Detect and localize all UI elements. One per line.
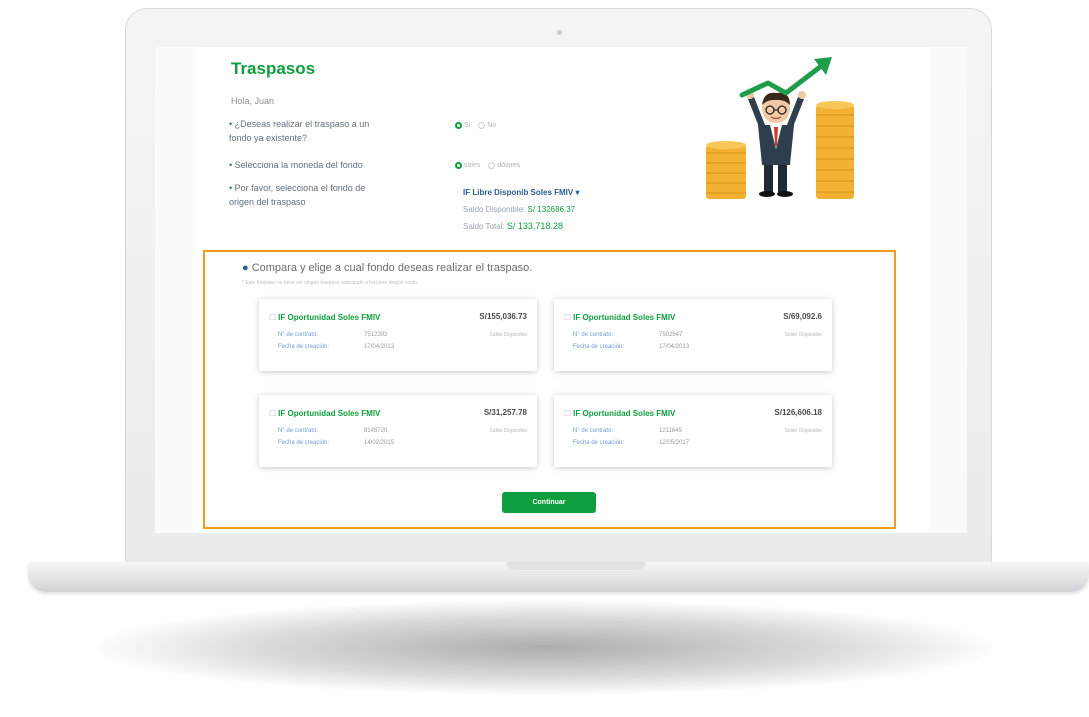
fund-card-amount-label: Saldo Disponible bbox=[489, 332, 527, 338]
continue-button[interactable]: Continuar bbox=[502, 492, 596, 513]
available-balance-value: S/ 132686.37 bbox=[527, 205, 576, 214]
option-si-label: Si bbox=[464, 122, 471, 129]
origin-fund-dropdown[interactable]: IF Libre Disponib Soles FMIV ▾ bbox=[463, 188, 579, 197]
question-origin-fund-line2: origen del traspaso bbox=[229, 197, 306, 207]
total-balance-value: S/ 133,718.28 bbox=[506, 221, 563, 231]
total-balance: Saldo Total: S/ 133,718.28 bbox=[463, 221, 563, 231]
available-balance-label: Saldo Disponible: bbox=[463, 205, 526, 214]
fund-card-name-text: IF Oportunidad Soles FMIV bbox=[278, 313, 381, 322]
page-title: Traspasos bbox=[231, 59, 316, 78]
option-dolares[interactable]: dólares bbox=[488, 162, 520, 169]
fund-card[interactable]: ☐ IF Oportunidad Soles FMIV S/155,036.73 … bbox=[259, 299, 537, 371]
option-soles-label: soles bbox=[464, 162, 481, 169]
laptop-notch bbox=[506, 562, 646, 570]
fund-card-contract-value: 7512393 bbox=[364, 332, 388, 338]
fund-card[interactable]: ☐ IF Oportunidad Soles FMIV S/126,606.18 … bbox=[554, 395, 832, 467]
origin-fund-name: IF Libre Disponib Soles FMIV bbox=[463, 188, 574, 197]
radio-selected-icon[interactable] bbox=[455, 162, 462, 169]
compare-funds-section: ● Compara y elige a cual fondo deseas re… bbox=[203, 250, 896, 529]
fund-card-date-label: Fecha de creación: bbox=[278, 440, 330, 446]
compare-title-text: Compara y elige a cual fondo deseas real… bbox=[251, 262, 533, 274]
fund-card-contract-value: 8145720 bbox=[364, 428, 388, 434]
bullet-icon: ● bbox=[242, 262, 252, 274]
fund-card-date-label: Fecha de creación: bbox=[278, 344, 330, 350]
option-dolares-label: dólares bbox=[497, 162, 521, 169]
businessman-icon bbox=[746, 91, 806, 197]
fund-card-name: ☐ IF Oportunidad Soles FMIV bbox=[564, 409, 675, 418]
fund-card-amount-label: Saldo Disponible bbox=[784, 332, 822, 338]
radio-selected-icon[interactable] bbox=[455, 122, 462, 129]
option-no-label: No bbox=[487, 122, 497, 129]
fund-card-contract-label: N° de contrato: bbox=[573, 428, 614, 434]
fund-card-date-label: Fecha de creación: bbox=[573, 440, 625, 446]
total-balance-label: Saldo Total: bbox=[463, 222, 505, 231]
fund-card-name-text: IF Oportunidad Soles FMIV bbox=[573, 409, 676, 418]
question-origin-fund-line1: Por favor, selecciona el fondo de bbox=[234, 183, 366, 193]
option-soles[interactable]: soles bbox=[455, 162, 480, 169]
fund-checkbox-icon[interactable]: ☐ bbox=[269, 313, 276, 322]
webcam-icon bbox=[557, 30, 562, 35]
question-existing-fund-line1: ¿Deseas realizar el traspaso a un bbox=[234, 119, 370, 129]
fund-checkbox-icon[interactable]: ☐ bbox=[564, 409, 571, 418]
laptop-base bbox=[28, 562, 1089, 592]
fund-card-amount: S/155,036.73 bbox=[479, 312, 527, 321]
fund-card-amount: S/31,257.78 bbox=[483, 408, 527, 417]
fund-card-date-value: 14/02/2015 bbox=[364, 440, 395, 446]
fund-card-name: ☐ IF Oportunidad Soles FMIV bbox=[564, 313, 675, 322]
fund-card-contract-label: N° de contrato: bbox=[278, 332, 319, 338]
fund-card-name: ☐ IF Oportunidad Soles FMIV bbox=[269, 313, 380, 322]
fund-card-contract-label: N° de contrato: bbox=[278, 428, 319, 434]
fund-card-contract-value: 7502647 bbox=[659, 332, 683, 338]
existing-fund-options: Si No bbox=[455, 122, 500, 129]
fund-card-name-text: IF Oportunidad Soles FMIV bbox=[278, 409, 381, 418]
chevron-down-icon: ▾ bbox=[575, 188, 580, 197]
laptop-shadow bbox=[95, 600, 995, 695]
fund-card-amount-label: Saldo Disponible bbox=[784, 428, 822, 434]
currency-options: soles dólares bbox=[455, 162, 524, 169]
fund-card-name: ☐ IF Oportunidad Soles FMIV bbox=[269, 409, 380, 418]
radio-unselected-icon[interactable] bbox=[478, 122, 486, 129]
traspasos-page: Traspasos Hola, Juan • ¿Deseas realizar … bbox=[193, 47, 929, 533]
fund-card-contract-label: N° de contrato: bbox=[573, 332, 614, 338]
greeting: Hola, Juan bbox=[231, 96, 275, 106]
question-origin-fund: • Por favor, selecciona el fondo de orig… bbox=[229, 181, 409, 209]
fund-card-contract-value: 1211645 bbox=[659, 428, 682, 434]
fund-checkbox-icon[interactable]: ☐ bbox=[564, 313, 571, 322]
question-existing-fund: • ¿Deseas realizar el traspaso a un fond… bbox=[229, 117, 409, 145]
fund-card-date-value: 17/04/2013 bbox=[659, 344, 690, 350]
coin-stack-left-icon bbox=[706, 141, 746, 199]
compare-note: * Este traspaso se tiene sin ningún tras… bbox=[242, 280, 419, 286]
question-currency-line1: Selecciona la moneda del fondo bbox=[234, 160, 363, 170]
question-existing-fund-line2: fondo ya existente? bbox=[229, 133, 308, 143]
laptop-screen: Traspasos Hola, Juan • ¿Deseas realizar … bbox=[155, 47, 967, 533]
fund-card-date-value: 12/05/2017 bbox=[659, 440, 690, 446]
businessman-growth-illustration bbox=[706, 57, 854, 199]
fund-checkbox-icon[interactable]: ☐ bbox=[269, 409, 276, 418]
fund-card[interactable]: ☐ IF Oportunidad Soles FMIV S/69,092.6 Sa… bbox=[554, 299, 832, 371]
fund-card-amount-label: Saldo Disponible bbox=[489, 428, 527, 434]
option-no[interactable]: No bbox=[478, 122, 496, 129]
available-balance: Saldo Disponible: S/ 132686.37 bbox=[463, 205, 575, 214]
compare-title: ● Compara y elige a cual fondo deseas re… bbox=[242, 262, 532, 274]
option-si[interactable]: Si bbox=[455, 122, 470, 129]
fund-card[interactable]: ☐ IF Oportunidad Soles FMIV S/31,257.78 S… bbox=[259, 395, 537, 467]
coin-stack-right-icon bbox=[816, 101, 854, 199]
fund-card-date-value: 17/04/2013 bbox=[364, 344, 395, 350]
growth-arrow-icon bbox=[739, 57, 832, 98]
fund-card-date-label: Fecha de creación: bbox=[573, 344, 625, 350]
fund-card-amount: S/126,606.18 bbox=[774, 408, 822, 417]
radio-unselected-icon[interactable] bbox=[488, 162, 496, 169]
fund-card-name-text: IF Oportunidad Soles FMIV bbox=[573, 313, 676, 322]
question-currency: • Selecciona la moneda del fondo bbox=[229, 158, 409, 172]
fund-card-amount: S/69,092.6 bbox=[783, 312, 822, 321]
